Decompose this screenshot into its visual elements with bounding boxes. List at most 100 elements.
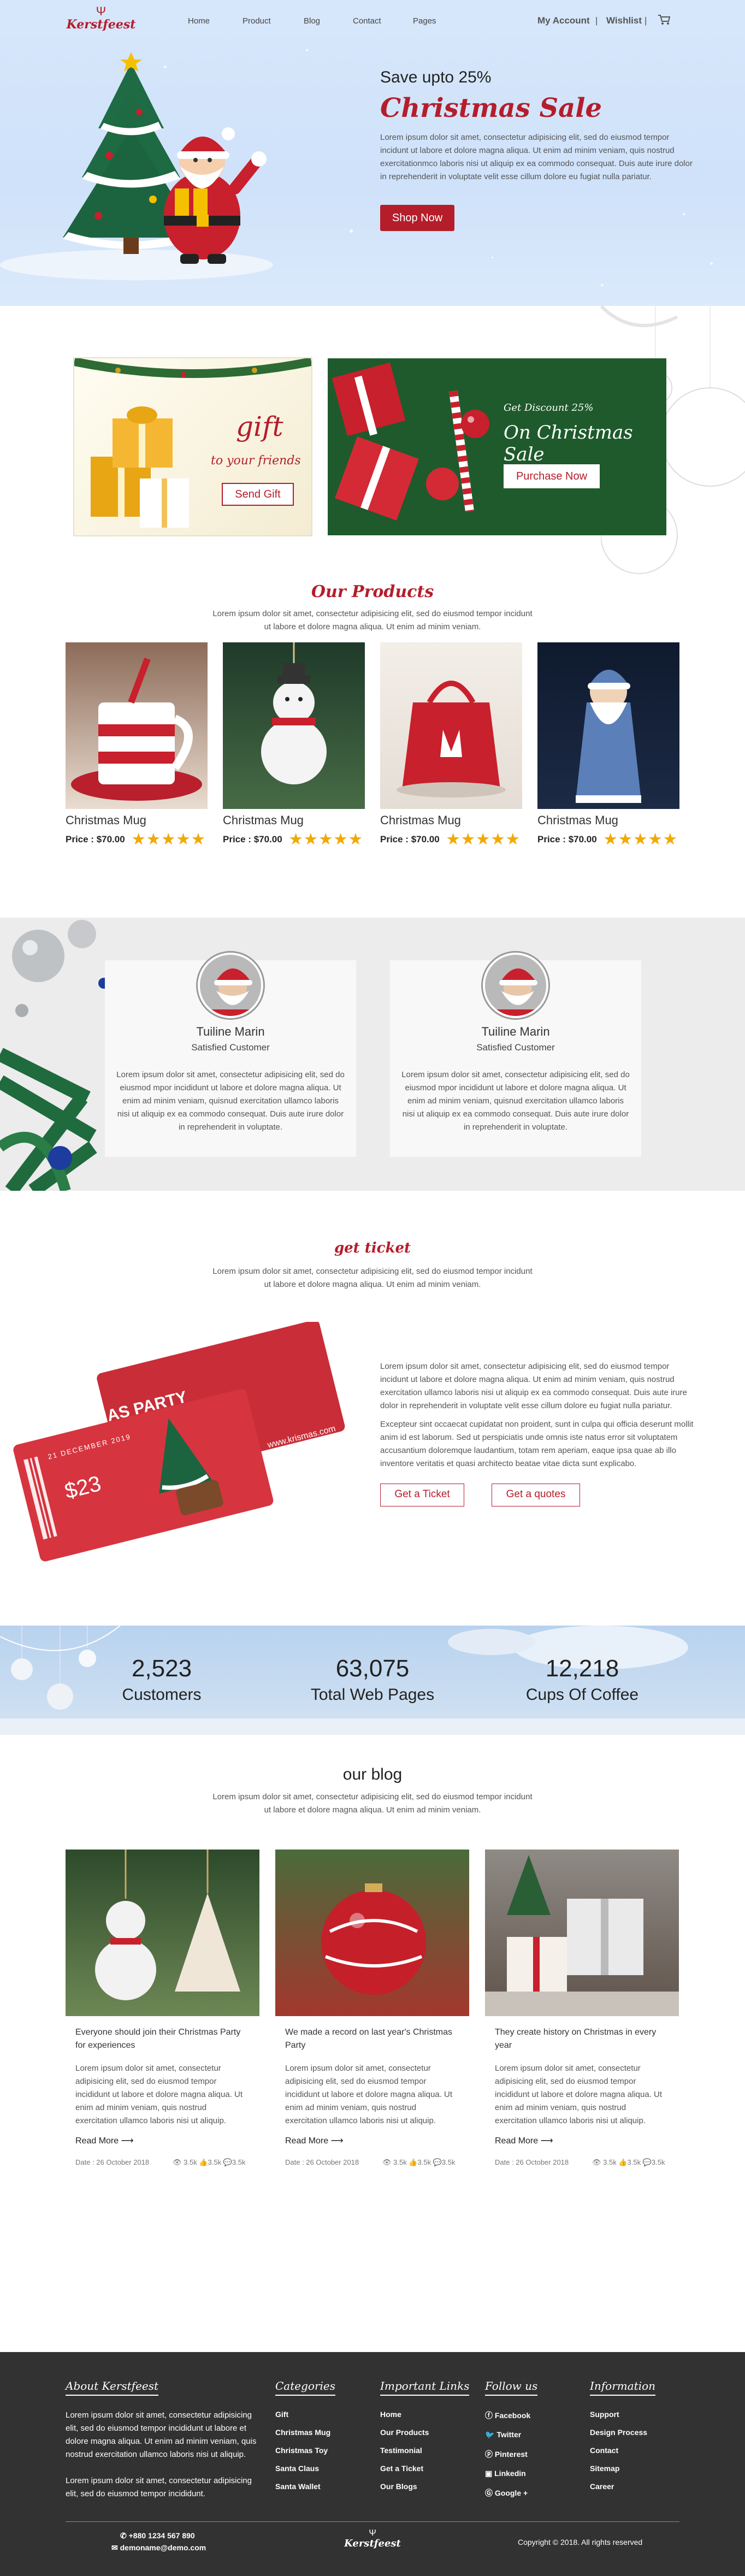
product-name[interactable]: Christmas Mug [380, 813, 522, 828]
footer-social-list: ⓕ Facebook 🐦 Twitter ⓟ Pinterest ▣ Linke… [485, 2410, 530, 2508]
footer-link[interactable]: Christmas Toy [275, 2446, 330, 2455]
comment-icon: 💬 [642, 2158, 652, 2166]
product-name[interactable]: Christmas Mug [223, 813, 365, 828]
arrow-right-icon: ⟶ [540, 2136, 553, 2146]
blog-post-title[interactable]: We made a record on last year's Christma… [285, 2026, 459, 2052]
linkedin-link[interactable]: ▣ Linkedin [485, 2469, 530, 2478]
linkedin-icon: ▣ [485, 2469, 493, 2478]
like-count: 3.5k [417, 2158, 431, 2166]
social-label: Facebook [494, 2411, 531, 2420]
footer-link[interactable]: Testimonial [380, 2446, 429, 2455]
get-ticket-button[interactable]: Get a Ticket [380, 1484, 464, 1506]
footer-email[interactable]: ✉ demoname@demo.com [111, 2543, 206, 2553]
wishlist-link[interactable]: Wishlist [606, 15, 642, 26]
footer-link[interactable]: Sitemap [590, 2464, 647, 2473]
cart-icon[interactable] [658, 14, 671, 25]
send-gift-button[interactable]: Send Gift [222, 483, 294, 506]
footer-about-text: Lorem ipsum dolor sit amet, consectetur … [66, 2410, 257, 2459]
ticket-image: CHRISTMAS PARTY 21 DECEMBER 2019 $23 www… [11, 1320, 360, 1562]
ticket-paragraph-1: Lorem ipsum dolor sit amet, consectetur … [380, 1362, 687, 1410]
post-stats: 👁 3.5k 👍3.5k 💬3.5k [173, 2158, 246, 2167]
read-more-link[interactable]: Read More ⟶ [75, 2135, 250, 2146]
footer-link[interactable]: Support [590, 2410, 647, 2419]
copyright-text: Copyright © 2018. All rights reserved [518, 2538, 643, 2547]
blog-image[interactable] [485, 1850, 679, 2016]
read-more-link[interactable]: Read More ⟶ [495, 2135, 669, 2146]
nav-pages[interactable]: Pages [413, 16, 436, 26]
product-card[interactable]: Christmas Mug Price : $70.00 ★★★★★ [537, 642, 679, 850]
testimonial-name: Tuiline Marin [196, 1025, 265, 1038]
blog-post: Everyone should join their Christmas Par… [66, 1850, 259, 2166]
stat-value: 12,218 [545, 1655, 619, 1682]
hero-text: Lorem ipsum dolor sit amet, consectetur … [380, 133, 693, 181]
product-name[interactable]: Christmas Mug [66, 813, 208, 828]
footer-info-title: Information [590, 2379, 656, 2396]
product-image[interactable] [380, 642, 522, 809]
nav-product[interactable]: Product [243, 16, 271, 26]
testimonial-role: Satisfied Customer [476, 1042, 555, 1053]
product-image[interactable] [537, 642, 679, 809]
blog-post: We made a record on last year's Christma… [275, 1850, 469, 2166]
footer-link[interactable]: Santa Claus [275, 2464, 330, 2473]
footer-link[interactable]: Christmas Mug [275, 2428, 330, 2437]
footer-logo[interactable]: Ψ Kerstfeest [340, 2529, 405, 2550]
facebook-icon: ⓕ [485, 2411, 493, 2420]
footer-logo-text: Kerstfeest [344, 2538, 401, 2549]
product-image[interactable] [223, 642, 365, 809]
product-card[interactable]: Christmas Mug Price : $70.00 ★★★★★ [380, 642, 522, 850]
blog-image[interactable] [275, 1850, 469, 2016]
footer-link[interactable]: Home [380, 2410, 429, 2419]
product-card[interactable]: Christmas Mug Price : $70.00 ★★★★★ [223, 642, 365, 850]
avatar [198, 953, 263, 1018]
social-label: Pinterest [494, 2450, 528, 2459]
social-label: Twitter [496, 2430, 522, 2439]
blog-image[interactable] [66, 1850, 259, 2016]
blog-post-date: Date : 26 October 2018 [285, 2158, 359, 2166]
footer-link[interactable]: Santa Wallet [275, 2482, 330, 2491]
footer-link[interactable]: Career [590, 2482, 647, 2491]
footer-link[interactable]: Get a Ticket [380, 2464, 429, 2473]
footer-link[interactable]: Contact [590, 2446, 647, 2455]
snowflake [683, 213, 685, 215]
product-name[interactable]: Christmas Mug [537, 813, 679, 828]
gift-line: to your friends [211, 454, 301, 468]
footer-link[interactable]: Gift [275, 2410, 330, 2419]
ticket-title: get ticket [334, 1240, 411, 1256]
footer-phone[interactable]: ✆ +880 1234 567 890 [120, 2531, 195, 2540]
blog-post-title[interactable]: They create history on Christmas in ever… [495, 2026, 669, 2052]
header-separator: | [645, 15, 647, 26]
nav-home[interactable]: Home [188, 16, 210, 26]
read-more-link[interactable]: Read More ⟶ [285, 2135, 459, 2146]
get-quotes-button[interactable]: Get a quotes [492, 1484, 580, 1506]
footer-divider [66, 2521, 679, 2522]
footer-link[interactable]: Our Products [380, 2428, 429, 2437]
snowman-tree-ornaments-image [95, 1850, 240, 2000]
nav-blog[interactable]: Blog [304, 16, 320, 26]
product-card[interactable]: Christmas Mug Price : $70.00 ★★★★★ [66, 642, 208, 850]
hero-subtitle: Save upto 25% [380, 68, 492, 86]
logo[interactable]: Ψ Kerstfeest [66, 5, 137, 38]
twitter-link[interactable]: 🐦 Twitter [485, 2430, 530, 2439]
footer-link[interactable]: Design Process [590, 2428, 647, 2437]
discount-title: On Christmas Sale [504, 422, 633, 465]
santa-avatar [485, 955, 546, 1016]
nav-contact[interactable]: Contact [353, 16, 381, 26]
shop-now-button[interactable]: Shop Now [380, 205, 454, 231]
google-plus-link[interactable]: Ⓖ Google + [485, 2488, 530, 2498]
footer-link[interactable]: Our Blogs [380, 2482, 429, 2491]
blog-post-meta: Date : 26 October 2018 👁 3.5k 👍3.5k 💬3.5… [495, 2158, 669, 2166]
ticket-paragraph-2: Excepteur sint occaecat cupidatat non pr… [380, 1420, 694, 1468]
my-account-link[interactable]: My Account [537, 15, 590, 26]
pinterest-link[interactable]: ⓟ Pinterest [485, 2449, 530, 2460]
footer-links-list: Home Our Products Testimonial Get a Tick… [380, 2410, 429, 2500]
blog-post-date: Date : 26 October 2018 [495, 2158, 569, 2166]
purchase-now-button[interactable]: Purchase Now [504, 464, 600, 488]
post-stats: 👁 3.5k 👍3.5k 💬3.5k [592, 2158, 665, 2167]
blog-post-title[interactable]: Everyone should join their Christmas Par… [75, 2026, 250, 2052]
facebook-link[interactable]: ⓕ Facebook [485, 2410, 530, 2421]
stat-label: Customers [122, 1686, 202, 1704]
testimonial-card: Tuiline Marin Satisfied Customer Lorem i… [105, 953, 356, 1157]
snowman-ornament-image [261, 642, 327, 784]
arrow-right-icon: ⟶ [121, 2136, 134, 2146]
product-image[interactable] [66, 642, 208, 809]
